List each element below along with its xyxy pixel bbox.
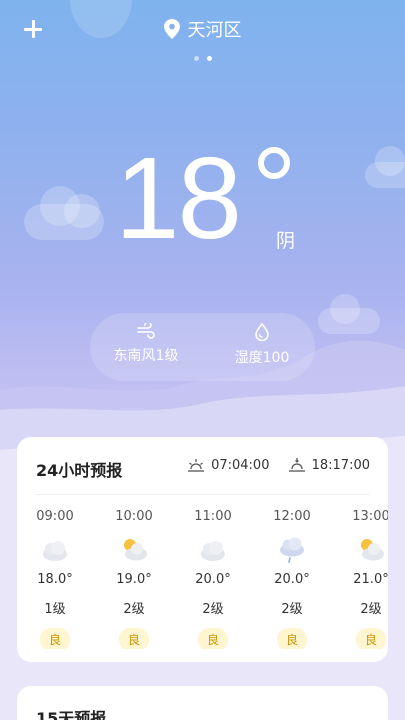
humidity-drop-icon [255, 323, 269, 341]
sun-times: 07:04:00 18:17:00 [173, 457, 370, 473]
wind-icon [137, 323, 155, 339]
top-bar: 天河区 [0, 0, 405, 61]
hour-wind-level: 2级 [281, 602, 303, 617]
hour-temp: 18.0° [37, 572, 73, 587]
sunset-icon [288, 458, 305, 472]
location-pin-icon [163, 19, 180, 39]
wind-detail: 东南风1级 [108, 323, 184, 365]
hour-wind-level: 1级 [44, 602, 66, 617]
aqi-badge: 良 [197, 628, 228, 649]
card-divider [36, 494, 369, 495]
hour-item: 09:00 18.0° 1级 良 [25, 509, 85, 649]
hour-wind-level: 2级 [202, 602, 224, 617]
hour-temp: 21.0° [353, 572, 388, 587]
page-dot-2-active [206, 56, 212, 61]
aqi-badge: 良 [276, 628, 307, 649]
partly-cloudy-icon [341, 536, 388, 566]
aqi-badge: 良 [355, 628, 386, 649]
daily-forecast-title: 15天预报 [36, 709, 107, 720]
hour-temp: 20.0° [195, 572, 231, 587]
cloudy-icon [183, 536, 243, 566]
cloudy-icon [25, 536, 85, 566]
hour-temp: 20.0° [274, 572, 310, 587]
sunset-info: 18:17:00 [288, 457, 370, 473]
location-name: 天河区 [187, 20, 242, 41]
hour-item: 12:00 20.0° 2级 良 [262, 509, 322, 649]
sunrise-time: 07:04:00 [211, 458, 270, 473]
page-indicator [0, 46, 405, 65]
hour-item: 11:00 20.0° 2级 良 [183, 509, 243, 649]
weather-details-pill: 东南风1级 湿度100 [90, 313, 315, 381]
sunset-time: 18:17:00 [311, 458, 370, 473]
hour-item: 10:00 19.0° 2级 良 [104, 509, 164, 649]
hour-time: 12:00 [273, 509, 311, 524]
hour-time: 10:00 [115, 509, 153, 524]
hourly-forecast-title: 24小时预报 [36, 461, 123, 480]
sunrise-icon [188, 459, 205, 472]
light-rain-icon [262, 536, 322, 566]
hour-wind-level: 2级 [123, 602, 145, 617]
hour-temp: 19.0° [116, 572, 152, 587]
hour-wind-level: 2级 [360, 602, 382, 617]
page-dot-1 [193, 56, 199, 61]
hour-item: 13:00 21.0° 2级 良 [341, 509, 388, 649]
wind-label: 东南风1级 [113, 348, 179, 364]
hour-time: 13:00 [352, 509, 388, 524]
aqi-badge: 良 [118, 628, 149, 649]
humidity-detail: 湿度100 [222, 323, 302, 367]
location-selector[interactable]: 天河区 [0, 16, 405, 42]
hour-time: 09:00 [36, 509, 74, 524]
humidity-label: 湿度100 [234, 350, 290, 366]
partly-cloudy-icon [104, 536, 164, 566]
sunrise-info: 07:04:00 [187, 457, 269, 473]
daily-forecast-card[interactable]: 15天预报 [17, 686, 388, 720]
current-temperature: 18 [115, 133, 242, 263]
current-condition: 阴 [276, 230, 296, 252]
hourly-forecast-card: 24小时预报 07:04:00 18:17:00 09:00 18.0° 1级 … [17, 437, 388, 662]
hourly-scroll-list[interactable]: 09:00 18.0° 1级 良 10:00 19.0° 2级 良 11:00 … [17, 509, 388, 649]
degree-symbol [258, 147, 290, 179]
aqi-badge: 良 [39, 628, 70, 649]
hour-time: 11:00 [194, 509, 232, 524]
